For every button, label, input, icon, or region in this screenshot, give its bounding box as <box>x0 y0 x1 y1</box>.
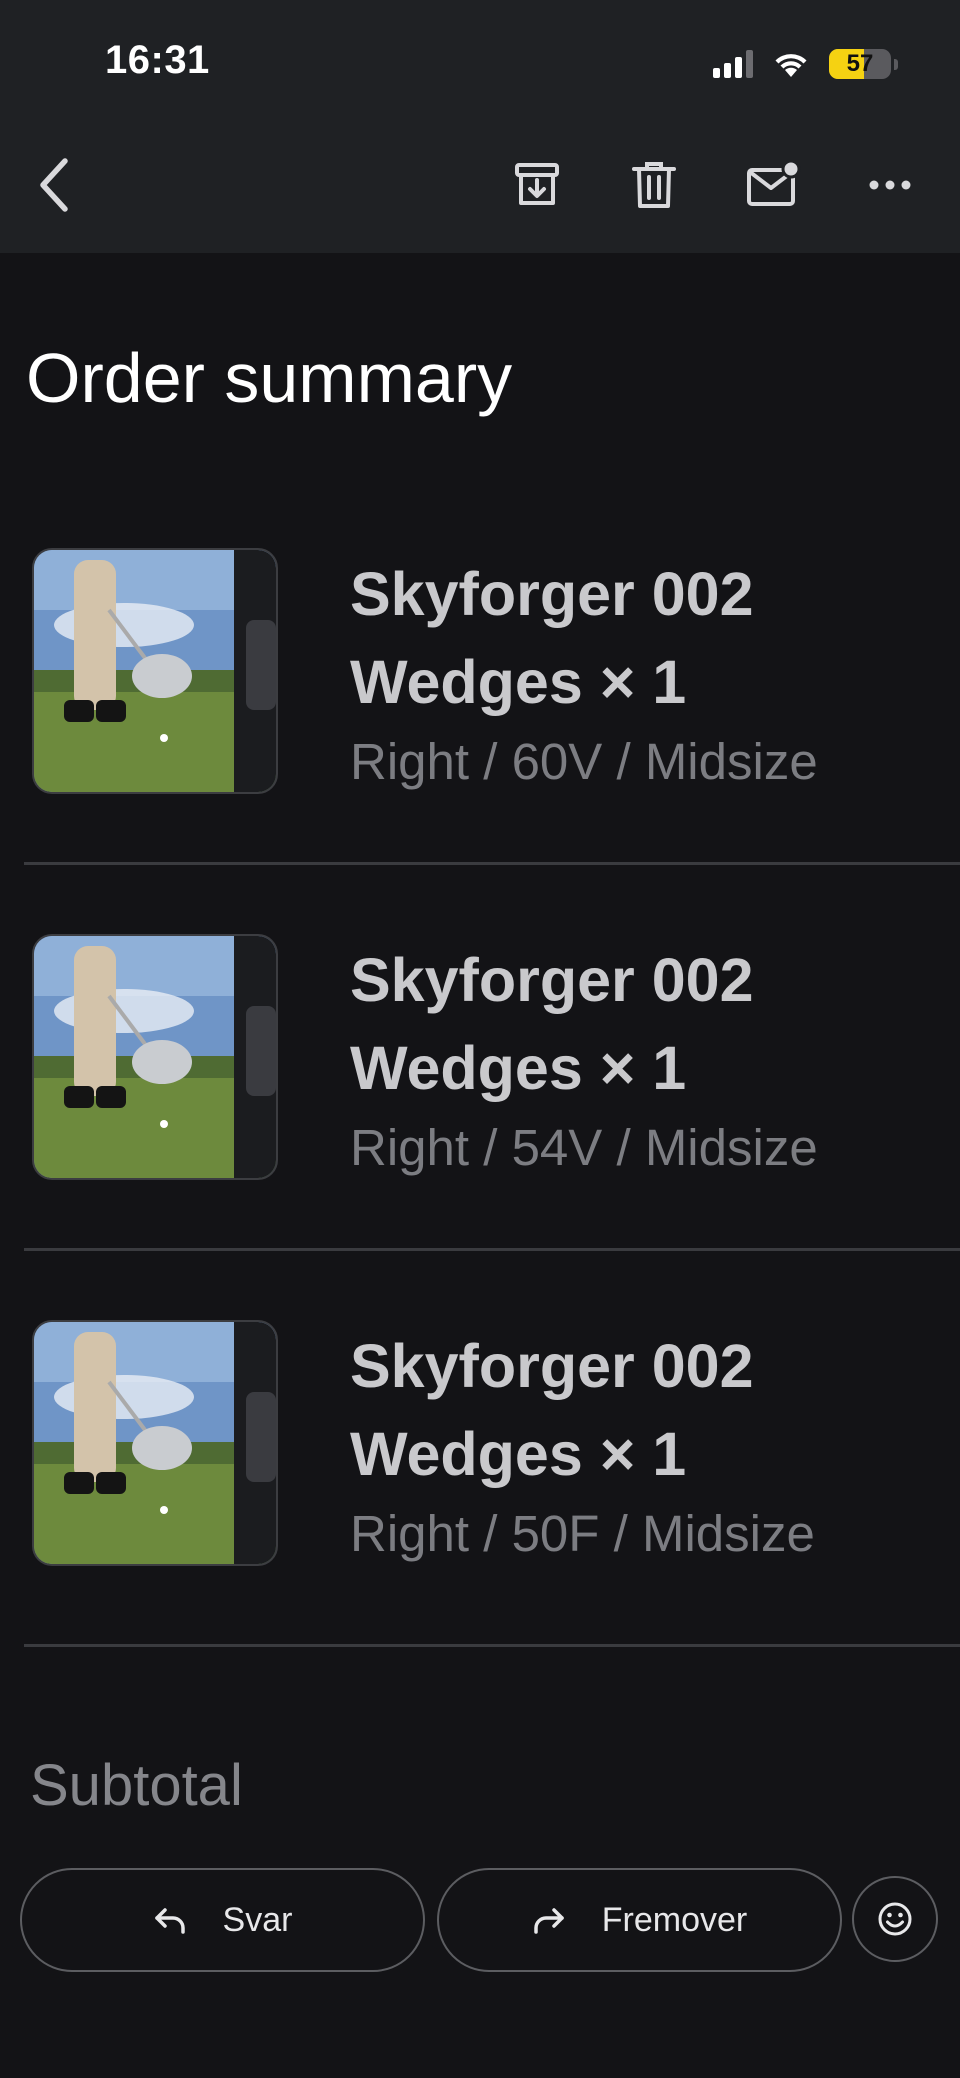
more-icon <box>869 180 911 190</box>
forward-label: Fremover <box>601 1900 748 1939</box>
divider <box>24 862 960 865</box>
item-name: Skyforger 002 Wedges × 1 <box>350 1332 754 1488</box>
page-title: Order summary <box>26 339 513 417</box>
order-items-list: Skyforger 002 Wedges × 1 Right / 60V / M… <box>0 520 960 1678</box>
order-item[interactable]: Skyforger 002 Wedges × 1 Right / 50F / M… <box>0 1292 960 1678</box>
battery-percent: 57 <box>846 50 874 77</box>
order-item[interactable]: Skyforger 002 Wedges × 1 Right / 60V / M… <box>0 520 960 906</box>
archive-icon <box>515 163 559 205</box>
forward-arrow-icon <box>534 1908 564 1934</box>
item-name: Skyforger 002 Wedges × 1 <box>350 560 754 716</box>
emoji-react-button[interactable] <box>852 1876 938 1962</box>
order-item[interactable]: Skyforger 002 Wedges × 1 Right / 54V / M… <box>0 906 960 1292</box>
mark-unread-icon <box>747 160 801 206</box>
divider <box>24 1248 960 1251</box>
emoji-react-icon <box>878 1902 912 1936</box>
reply-arrow-icon <box>154 1908 185 1934</box>
forward-button[interactable]: Fremover <box>437 1868 842 1972</box>
mark-unread-button[interactable] <box>738 150 808 220</box>
trash-icon <box>632 162 676 208</box>
cellular-signal-icon <box>713 50 753 78</box>
product-image <box>32 548 278 794</box>
product-image <box>32 1320 278 1566</box>
item-variant: Right / 54V / Midsize <box>350 1119 818 1176</box>
status-time: 16:31 <box>105 38 210 82</box>
reply-label: Svar <box>222 1900 293 1939</box>
wifi-icon <box>775 54 807 77</box>
more-options-button[interactable] <box>855 150 925 220</box>
battery-cap <box>894 58 898 70</box>
item-variant: Right / 60V / Midsize <box>350 733 818 790</box>
item-name: Skyforger 002 Wedges × 1 <box>350 946 754 1102</box>
top-bar: 16:31 57 <box>0 0 960 253</box>
back-arrow-icon <box>40 158 68 212</box>
divider <box>24 1644 960 1647</box>
item-variant: Right / 50F / Midsize <box>350 1505 815 1562</box>
back-button[interactable] <box>20 150 90 220</box>
reply-button[interactable]: Svar <box>20 1868 425 1972</box>
product-image <box>32 934 278 1180</box>
archive-button[interactable] <box>502 150 572 220</box>
subtotal-label: Subtotal <box>30 1753 243 1818</box>
delete-button[interactable] <box>619 150 689 220</box>
status-indicators: 57 <box>713 44 898 84</box>
battery-indicator: 57 <box>829 49 891 79</box>
